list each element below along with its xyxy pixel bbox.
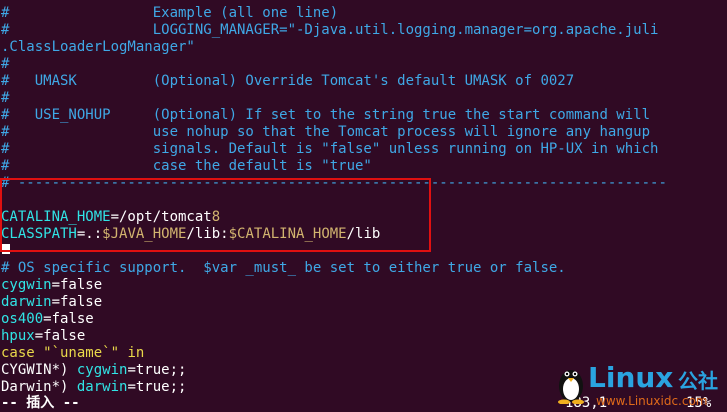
code-line: #	[1, 56, 10, 72]
penguin-icon	[558, 370, 584, 404]
code-line: case "`uname`" in	[1, 345, 144, 362]
code-line: # use nohup so that the Tomcat process w…	[1, 124, 651, 140]
code-line: os400=false	[1, 311, 94, 328]
variable-name: os400	[1, 311, 44, 327]
variable-name: darwin	[1, 294, 52, 310]
case-pattern: CYGWIN*)	[1, 362, 77, 378]
string-literal: "`uname`"	[34, 345, 120, 361]
code-line: # signals. Default is "false" unless run…	[1, 141, 659, 157]
watermark-logo: Linux 公社 www.Linuxidc.com	[556, 360, 727, 412]
code-line: # OS specific support. $var _must_ be se…	[1, 260, 566, 276]
variable-value: =true;;	[127, 379, 187, 395]
variable-value: =false	[51, 294, 103, 310]
variable-name: cygwin	[1, 277, 52, 293]
code-line: # LOGGING_MANAGER="-Djava.util.logging.m…	[1, 22, 659, 38]
code-line: cygwin=false	[1, 277, 102, 294]
variable-value: =false	[51, 277, 103, 293]
variable-value: =true;;	[127, 362, 187, 378]
code-line: Darwin*) darwin=true;;	[1, 379, 186, 396]
variable-name: darwin	[76, 379, 128, 395]
code-line: # case the default is "true"	[1, 158, 372, 174]
watermark-brand: Linux	[588, 361, 674, 394]
case-pattern: Darwin*)	[1, 379, 77, 395]
variable-name: hpux	[1, 328, 35, 344]
code-line: # UMASK (Optional) Override Tomcat's def…	[1, 73, 575, 89]
code-line: hpux=false	[1, 328, 85, 345]
watermark-brand-cn: 公社	[678, 369, 718, 393]
code-line: # USE_NOHUP (Optional) If set to the str…	[1, 107, 651, 123]
keyword: case	[1, 345, 35, 361]
keyword: in	[119, 345, 145, 361]
code-line: # Example (all one line)	[1, 5, 339, 21]
watermark-url: www.Linuxidc.com	[596, 394, 708, 408]
vim-mode-indicator: -- 插入 --	[1, 395, 80, 411]
highlight-annotation-box	[0, 178, 431, 252]
code-line: .ClassLoaderLogManager"	[1, 39, 195, 55]
code-line: #	[1, 90, 10, 106]
variable-value: =false	[43, 311, 94, 327]
code-line: darwin=false	[1, 294, 102, 311]
variable-name: cygwin	[76, 362, 128, 378]
code-line: CYGWIN*) cygwin=true;;	[1, 362, 186, 379]
terminal-editor[interactable]: # Example (all one line) # LOGGING_MANAG…	[0, 0, 727, 412]
variable-value: =false	[34, 328, 86, 344]
